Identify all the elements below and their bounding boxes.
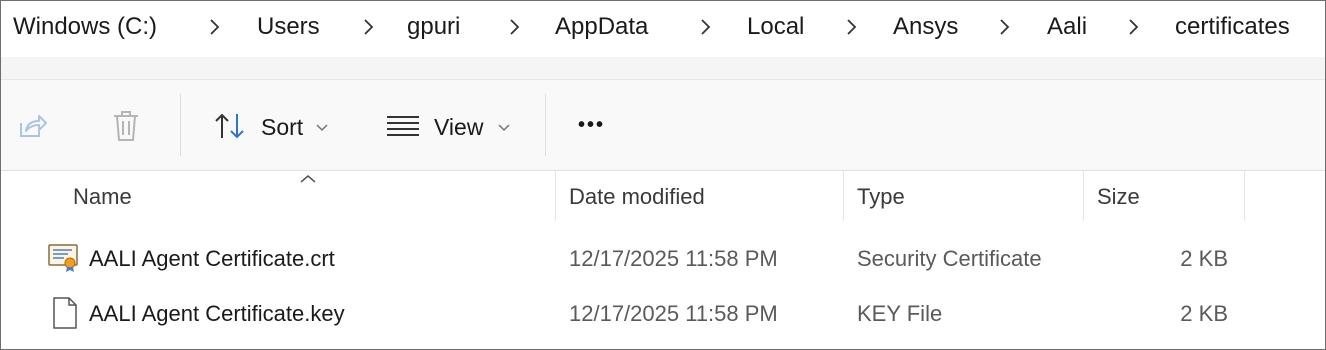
toolbar-divider	[180, 94, 181, 156]
chevron-right-icon[interactable]	[507, 15, 523, 39]
file-size: 2 KB	[1180, 301, 1228, 326]
breadcrumb-item-gpuri[interactable]: gpuri	[407, 11, 460, 43]
column-header-name[interactable]: Name	[73, 183, 132, 211]
file-type: KEY File	[857, 301, 943, 326]
chevron-right-icon[interactable]	[698, 15, 714, 39]
sort-arrows-icon[interactable]	[213, 112, 247, 145]
breadcrumb: Windows (C:) Users gpuri AppData Local A…	[1, 1, 1325, 57]
breadcrumb-item-certificates[interactable]: certificates	[1175, 11, 1290, 43]
file-type: Security Certificate	[857, 246, 1042, 271]
column-divider[interactable]	[843, 171, 844, 221]
column-header: Name Date modified Type Size	[1, 171, 1325, 221]
sort-button[interactable]: Sort	[261, 112, 303, 142]
file-date-modified: 12/17/2025 11:58 PM	[569, 246, 778, 271]
breadcrumb-item-ansys[interactable]: Ansys	[893, 11, 958, 43]
file-row[interactable]: AALI Agent Certificate.crt 12/17/2025 11…	[1, 234, 1325, 284]
view-button[interactable]: View	[434, 112, 483, 142]
breadcrumb-item-aali[interactable]: Aali	[1047, 11, 1087, 43]
chevron-down-icon[interactable]	[498, 120, 510, 138]
share-icon[interactable]	[17, 112, 47, 145]
toolbar-divider	[545, 94, 546, 156]
file-name[interactable]: AALI Agent Certificate.crt	[89, 245, 335, 273]
chevron-right-icon[interactable]	[207, 15, 223, 39]
breadcrumb-item-windows-c[interactable]: Windows (C:)	[13, 11, 157, 43]
view-lines-icon[interactable]	[386, 115, 420, 142]
certificate-file-icon	[48, 243, 80, 278]
chevron-right-icon[interactable]	[997, 15, 1013, 39]
chevron-right-icon[interactable]	[844, 15, 860, 39]
file-row[interactable]: AALI Agent Certificate.key 12/17/2025 11…	[1, 289, 1325, 339]
chevron-right-icon[interactable]	[361, 15, 377, 39]
chevron-down-icon[interactable]	[316, 120, 328, 138]
command-bar: Sort View •••	[1, 79, 1325, 171]
address-bar-spacer	[1, 57, 1325, 79]
file-name[interactable]: AALI Agent Certificate.key	[89, 300, 345, 328]
file-size: 2 KB	[1180, 246, 1228, 271]
column-header-size[interactable]: Size	[1097, 183, 1140, 211]
column-divider[interactable]	[555, 171, 556, 221]
column-divider[interactable]	[1244, 171, 1245, 221]
chevron-right-icon[interactable]	[1126, 15, 1142, 39]
file-date-modified: 12/17/2025 11:58 PM	[569, 301, 778, 326]
more-options-button[interactable]: •••	[578, 110, 605, 140]
column-header-date-modified[interactable]: Date modified	[569, 183, 705, 211]
column-header-type[interactable]: Type	[857, 183, 905, 211]
breadcrumb-item-users[interactable]: Users	[257, 11, 320, 43]
sort-ascending-caret-icon	[299, 171, 317, 189]
generic-file-icon	[52, 297, 78, 334]
file-explorer-window: Windows (C:) Users gpuri AppData Local A…	[0, 0, 1326, 350]
breadcrumb-item-local[interactable]: Local	[747, 11, 804, 43]
trash-icon[interactable]	[112, 110, 140, 147]
breadcrumb-item-appdata[interactable]: AppData	[555, 11, 648, 43]
column-divider[interactable]	[1083, 171, 1084, 221]
